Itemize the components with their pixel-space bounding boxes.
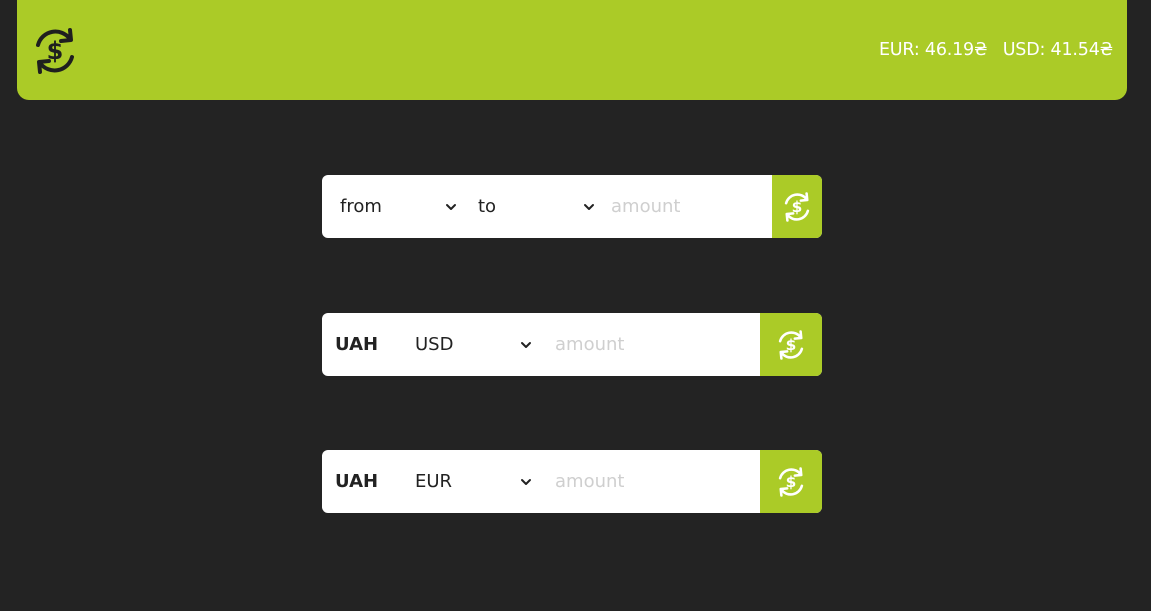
chevron-down-icon (519, 338, 533, 352)
to-select-label: to (478, 196, 497, 217)
chevron-down-icon (519, 475, 533, 489)
from-select-label: from (340, 196, 382, 217)
to-currency-select[interactable]: to (478, 175, 596, 238)
amount-input[interactable] (555, 313, 745, 376)
convert-button[interactable]: $ (760, 313, 822, 376)
target-currency-select[interactable]: USD (415, 313, 533, 376)
currency-exchange-icon: $ (778, 466, 804, 497)
convert-button[interactable]: $ (772, 175, 822, 238)
base-currency-label: UAH (335, 334, 379, 355)
exchange-rates: EUR: 46.19₴ USD: 41.54₴ (879, 40, 1113, 60)
amount-input[interactable] (611, 175, 761, 238)
svg-text:$: $ (786, 473, 797, 491)
from-currency-select[interactable]: from (340, 175, 458, 238)
chevron-down-icon (582, 200, 596, 214)
converter-uah-usd: UAH USD $ (322, 313, 822, 376)
base-currency-label: UAH (335, 471, 379, 492)
convert-button[interactable]: $ (760, 450, 822, 513)
target-select-label: EUR (415, 471, 453, 492)
chevron-down-icon (444, 200, 458, 214)
target-currency-select[interactable]: EUR (415, 450, 533, 513)
svg-text:$: $ (786, 336, 797, 354)
usd-rate: USD: 41.54₴ (1002, 40, 1113, 60)
eur-rate: EUR: 46.19₴ (878, 40, 988, 60)
currency-exchange-icon: $ (784, 191, 810, 222)
amount-input[interactable] (555, 450, 745, 513)
converter-uah-eur: UAH EUR $ (322, 450, 822, 513)
currency-exchange-icon: $ (778, 329, 804, 360)
currency-exchange-icon[interactable]: $ (30, 26, 80, 76)
converter-from-to: from to $ (322, 175, 822, 238)
svg-text:$: $ (792, 198, 803, 216)
app-header: $ EUR: 46.19₴ USD: 41.54₴ (17, 0, 1127, 100)
svg-text:$: $ (47, 37, 64, 65)
target-select-label: USD (415, 334, 454, 355)
